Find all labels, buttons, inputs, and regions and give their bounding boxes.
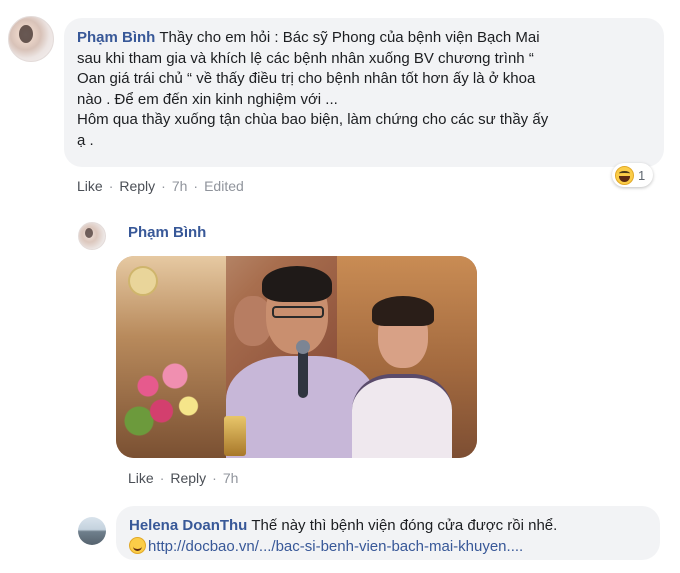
timestamp[interactable]: 7h (223, 470, 239, 486)
separator: · (108, 178, 114, 194)
reaction-number: 1 (638, 167, 646, 183)
comment-text-line: Oan giá trái chủ “ về thấy điều trị cho … (77, 70, 536, 87)
edited-label[interactable]: Edited (204, 178, 244, 194)
comment-text-line: Thầy cho em hỏi : Bác sỹ Phong của bệnh … (159, 29, 540, 46)
comment-bubble: Helena DoanThu Thế này thì bệnh viện đóng… (116, 506, 660, 560)
avatar[interactable] (8, 16, 54, 62)
reaction-count[interactable]: 1 (612, 163, 654, 187)
logo-icon (128, 266, 158, 296)
comment-link[interactable]: http://docbao.vn/.../bac-si-benh-vien-ba… (148, 538, 523, 555)
reply-button[interactable]: Reply (170, 470, 206, 486)
like-button[interactable]: Like (128, 470, 154, 486)
comment-text: Thế này thì bệnh viện đóng cửa được rồi … (251, 517, 558, 534)
comment-bubble: Phạm Bình Thầy cho em hỏi : Bác sỹ Phong … (64, 18, 664, 167)
comment-author[interactable]: Helena DoanThu (129, 517, 247, 534)
avatar[interactable] (78, 517, 106, 545)
comment-actions: Like · Reply · 7h · Edited (77, 178, 244, 194)
comment-text-line: nào . Để em đến xin kinh nghiệm với ... (77, 90, 338, 108)
comment-photo[interactable] (116, 256, 477, 458)
separator: · (161, 178, 166, 194)
comment-actions: Like · Reply · 7h (128, 470, 238, 486)
like-button[interactable]: Like (77, 178, 103, 194)
comment-text-line: Hôm qua thầy xuống tận chùa bao biện, là… (77, 111, 549, 128)
separator: · (212, 470, 217, 486)
microphone-icon (296, 340, 310, 398)
comment-author[interactable]: Phạm Bình (128, 224, 206, 241)
smile-icon (129, 536, 146, 554)
comment-text-line: sau khi tham gia và khích lệ các bệnh nh… (77, 49, 534, 67)
timestamp[interactable]: 7h (172, 178, 188, 194)
comment-text-line: ạ . (77, 131, 94, 149)
comment-author[interactable]: Phạm Bình (77, 29, 155, 46)
avatar[interactable] (78, 222, 106, 250)
haha-icon (615, 165, 634, 185)
reply-button[interactable]: Reply (119, 178, 155, 194)
separator: · (159, 470, 165, 486)
separator: · (193, 178, 199, 194)
